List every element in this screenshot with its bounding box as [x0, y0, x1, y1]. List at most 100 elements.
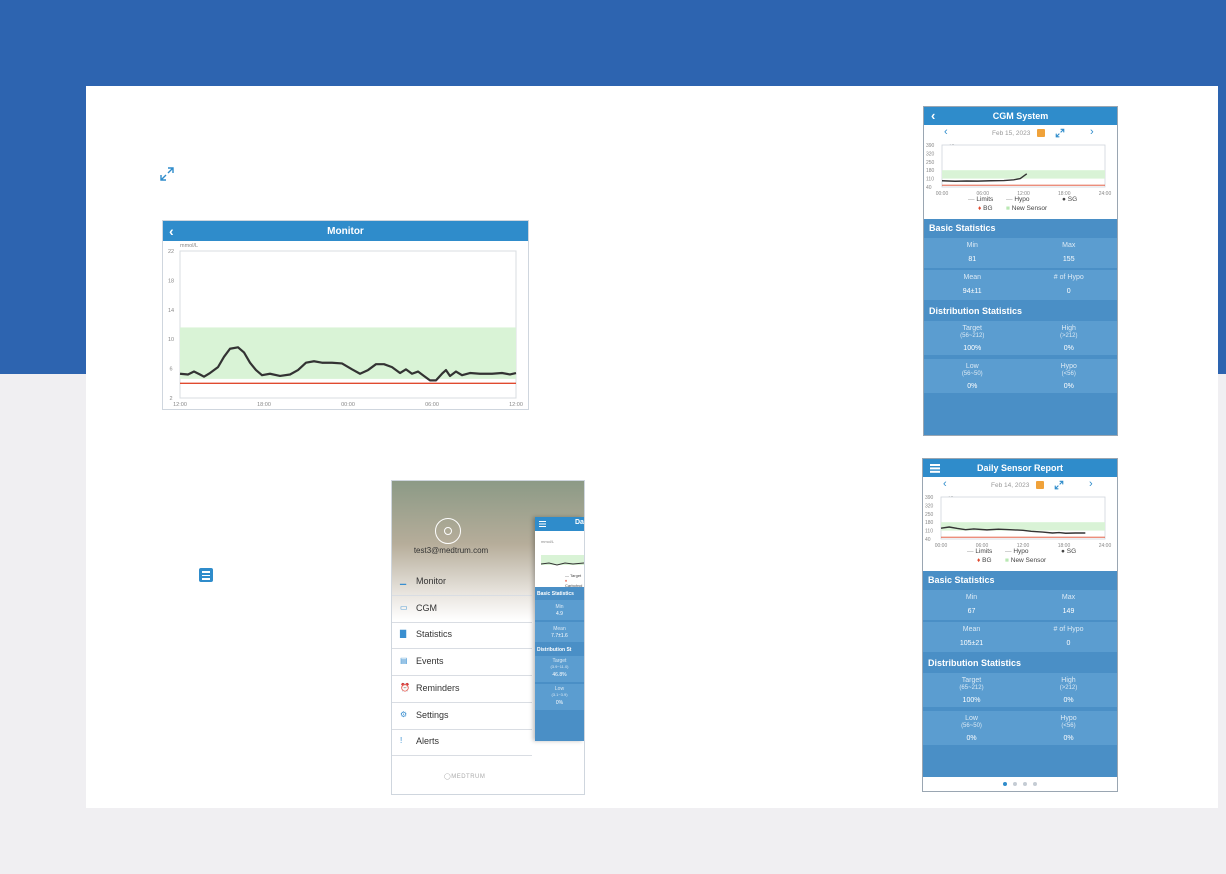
calendar-icon[interactable] [1036, 481, 1044, 489]
preview-stats: Basic Statistics Min 4.9 Mean 7.7±1.6 Di… [535, 587, 584, 741]
monitor-screen: ‹ Monitor mmol/L 22 18 14 10 6 2 12:00 18:00 00:… [162, 220, 529, 410]
monitor-y-tick: 22 [168, 249, 174, 255]
page-dot[interactable] [1003, 782, 1007, 786]
content-page: ‹ Monitor mmol/L 22 18 14 10 6 2 12:00 18:00 00:… [86, 86, 1218, 808]
left-accent-band [0, 86, 86, 374]
settings-icon: ⚙ [400, 709, 408, 719]
back-icon[interactable]: ‹ [931, 107, 935, 125]
expand-icon[interactable] [1054, 480, 1064, 490]
date-navigator: ‹ Feb 15, 2023 › [924, 125, 1117, 141]
page-indicator[interactable] [923, 777, 1117, 791]
menu-item-cgm[interactable]: ▭ CGM [392, 596, 532, 623]
chart-legend: — Limits — Hypo ● SG ♦ BG ■ New Sensor [968, 196, 1078, 212]
menu-item-reminders[interactable]: ⏰ Reminders [392, 676, 532, 703]
preview-mean-cell: Mean 7.7±1.6 [535, 622, 584, 642]
expand-icon[interactable] [1055, 128, 1065, 138]
calendar-icon[interactable] [1037, 129, 1045, 137]
statistics-icon: ▇ [400, 629, 407, 639]
user-email: test3@medtrum.com [413, 546, 489, 555]
cgm_system-title: CGM System [992, 111, 1049, 121]
daily_report-chart: 3903202501801104000:00 06:00 12:00 18:00 24:… [925, 495, 1111, 549]
legend-hypo: Hypo [1013, 548, 1029, 555]
monitor-chart: 221814106212:00 18:00 00:00 06:00 12:00 [168, 249, 523, 408]
cgm_system-chart: 3903202501801104000:00 06:00 12:00 18:00 24:… [926, 143, 1111, 197]
cgm-system-screen: ‹CGM System‹Feb 15, 2023›mg/dL3903202501… [923, 106, 1118, 436]
preview-unit: mmol/L [541, 539, 555, 544]
current-date[interactable]: Feb 14, 2023 [991, 482, 1029, 489]
y-tick: 40 [926, 185, 932, 191]
next-day-icon[interactable]: › [1090, 126, 1094, 138]
distribution-statistics-heading: Distribution Statistics [929, 306, 1023, 316]
page-dot[interactable] [1033, 782, 1037, 786]
previous-day-icon[interactable]: ‹ [943, 478, 947, 490]
legend-new-sensor: New Sensor [1010, 557, 1047, 564]
menu-item-monitor[interactable]: ▁ Monitor [392, 569, 532, 596]
legend-hypo: Hypo [1014, 196, 1030, 203]
legend-limits: Limits [975, 548, 993, 555]
next-day-icon[interactable]: › [1089, 478, 1093, 490]
y-tick: 320 [926, 151, 935, 157]
monitor-x-tick: 12:00 [173, 402, 187, 408]
menu-item-label: Statistics [416, 629, 453, 640]
monitor-x-tick: 18:00 [257, 402, 271, 408]
menu-item-events[interactable]: ▤ Events [392, 649, 532, 677]
legend-sg: SG [1067, 196, 1078, 203]
monitor-y-tick: 6 [169, 367, 172, 373]
expand-icon[interactable] [159, 166, 175, 182]
daily_report-app-bar: Daily Sensor Report [923, 459, 1117, 477]
min-max-row: Min 81 Max 155 [924, 238, 1117, 268]
target-band [942, 170, 1105, 179]
menu-item-label: CGM [416, 602, 437, 613]
low-hypo-row: Low (56~50) 0% Hypo (<56) 0% [923, 711, 1117, 745]
y-tick: 390 [925, 495, 934, 501]
target-high-row: Target (65~212) 100% High (>212) 0% [923, 673, 1117, 707]
target-high-row: Target (56~212) 100% High (>212) 0% [924, 321, 1117, 355]
hamburger-menu-icon[interactable] [199, 568, 213, 582]
app-preview[interactable]: Da mmol/L — Target ♦ Carbohyd Basic Stat… [535, 517, 584, 741]
menu-item-statistics[interactable]: ▇ Statistics [392, 622, 532, 650]
daily_report-title: Daily Sensor Report [976, 463, 1064, 473]
hamburger-menu-icon[interactable] [930, 464, 940, 466]
preview-target-cell: Target (3.9~11.0) 46.8% [535, 656, 584, 682]
legend-bg: BG [982, 557, 992, 564]
menu-item-label: Events [416, 656, 444, 667]
preview-trace [541, 562, 584, 566]
avatar[interactable] [435, 518, 461, 544]
y-tick: 320 [925, 503, 934, 509]
y-tick: 250 [926, 160, 935, 166]
legend-limits: Limits [976, 196, 994, 203]
previous-day-icon[interactable]: ‹ [944, 126, 948, 138]
current-date[interactable]: Feb 15, 2023 [992, 130, 1030, 137]
preview-legend: — Target ♦ Carbohyd [565, 573, 583, 588]
right-accent-band [1218, 86, 1226, 374]
min-max-row: Min 67 Max 149 [923, 590, 1117, 620]
monitor-x-tick: 06:00 [425, 402, 439, 408]
monitor-target-band [180, 327, 516, 379]
preview-title: Da [575, 519, 584, 526]
monitor-x-tick: 00:00 [341, 402, 355, 408]
cgm_system-app-bar: ‹ CGM System [924, 107, 1117, 125]
events-icon: ▤ [400, 656, 408, 666]
menu-item-label: Settings [416, 709, 449, 720]
chart-legend: — Limits — Hypo ● SG ♦ BG ■ New Sensor [967, 548, 1077, 564]
menu-item-settings[interactable]: ⚙ Settings [392, 703, 532, 730]
monitor-icon: ▁ [400, 576, 407, 585]
page-dot[interactable] [1023, 782, 1027, 786]
y-tick: 40 [925, 537, 931, 543]
daily-sensor-report-screen: Daily Sensor Report‹Feb 14, 2023›mg/dL39… [922, 458, 1118, 792]
back-icon[interactable]: ‹ [169, 221, 174, 242]
page-dot[interactable] [1013, 782, 1017, 786]
statistics-panel: Basic Statistics Min 81 Max 155 Mean 94±11 # of… [924, 219, 1117, 435]
y-tick: 250 [925, 512, 934, 518]
preview-min-cell: Min 4.9 [535, 600, 584, 620]
date-navigator: ‹ Feb 14, 2023 › [923, 477, 1117, 493]
monitor-x-tick: 12:00 [509, 402, 523, 408]
preview-basic-statistics: Basic Statistics [537, 591, 574, 597]
basic-statistics-heading: Basic Statistics [929, 223, 996, 233]
x-tick: 00:00 [936, 191, 949, 197]
menu-item-alerts[interactable]: ! Alerts [392, 729, 532, 757]
mean-hypo-row: Mean 105±21 # of Hypo 0 [923, 622, 1117, 652]
monitor-title: Monitor [327, 226, 364, 237]
preview-distribution-statistics: Distribution St [537, 647, 572, 653]
distribution-statistics-heading: Distribution Statistics [928, 658, 1022, 668]
